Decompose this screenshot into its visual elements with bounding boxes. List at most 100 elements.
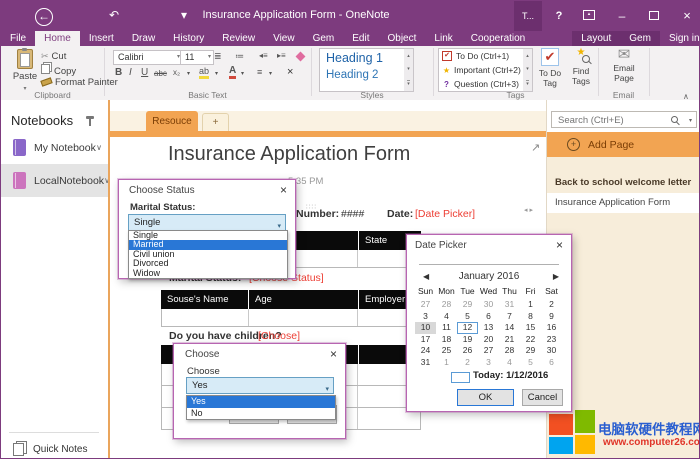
choose-link[interactable]: [Choose] [258, 330, 300, 342]
copy-button[interactable]: Copy [41, 64, 76, 77]
page-list-item[interactable]: Back to school welcome letter [547, 173, 700, 193]
font-size-combo[interactable]: 11▾ [180, 50, 214, 65]
section-tab-resouce[interactable]: Resouce [146, 111, 198, 132]
calendar-day[interactable]: 6 [541, 357, 562, 369]
calendar-day[interactable]: 31 [415, 357, 436, 369]
calendar-day[interactable]: 6 [478, 311, 499, 323]
calendar-day[interactable]: 2 [457, 357, 478, 369]
chevron-down-icon[interactable]: ▾ [187, 70, 190, 77]
table-row[interactable] [161, 309, 421, 327]
calendar-day[interactable]: 4 [436, 311, 457, 323]
ribbon-tab[interactable]: File [1, 31, 35, 46]
calendar-day[interactable]: 10 [415, 322, 436, 334]
today-marker-box[interactable] [451, 372, 470, 383]
calendar-day[interactable]: 12 [457, 322, 478, 334]
dropdown-option[interactable]: Yes [187, 396, 335, 408]
calendar-day[interactable]: 2 [541, 299, 562, 311]
calendar-day[interactable]: 31 [499, 299, 520, 311]
search-input[interactable] [556, 113, 668, 128]
next-month-icon[interactable]: ▶ [553, 272, 559, 281]
tag-item[interactable]: ?Question (Ctrl+3) [439, 77, 524, 91]
chevron-down-icon[interactable]: ▾ [689, 117, 692, 124]
calendar-day[interactable]: 5 [520, 357, 541, 369]
style-item[interactable]: Heading 1 [320, 51, 405, 65]
calendar-day[interactable]: 1 [520, 299, 541, 311]
format-painter-button[interactable]: Format Painter [41, 77, 118, 88]
calendar-day[interactable]: 28 [499, 345, 520, 357]
indent-icon[interactable]: ▸≡ [277, 51, 286, 60]
outdent-icon[interactable]: ◂≡ [259, 51, 268, 60]
paste-button[interactable]: Paste ▾ [9, 49, 41, 93]
search-box[interactable]: ▾ [551, 111, 697, 128]
numbering-icon[interactable]: ≔ [235, 51, 244, 62]
calendar-day[interactable]: 23 [541, 334, 562, 346]
calendar-day[interactable]: 3 [415, 311, 436, 323]
calendar-day[interactable]: 26 [457, 345, 478, 357]
calendar-day[interactable]: 9 [541, 311, 562, 323]
pin-icon[interactable] [89, 118, 91, 126]
date-picker-link[interactable]: [Date Picker] [415, 208, 475, 220]
help-icon[interactable]: ? [549, 1, 569, 31]
minimize-icon[interactable]: – [611, 1, 633, 31]
new-section-tab[interactable]: + [202, 113, 229, 132]
italic-button[interactable]: I [129, 67, 132, 78]
email-page-button[interactable]: ✉ Email Page [607, 47, 641, 83]
ribbon-tab[interactable]: Link [425, 31, 461, 46]
ribbon-tab[interactable]: Layout [572, 31, 620, 46]
calendar-day[interactable]: 4 [499, 357, 520, 369]
tags-gallery[interactable]: ✔To Do (Ctrl+1)★Important (Ctrl+2)?Quest… [438, 48, 525, 92]
ribbon-tab[interactable]: Draw [123, 31, 164, 46]
ribbon-tab[interactable]: Cooperation [462, 31, 534, 46]
page-list-item[interactable]: Insurance Application Form [547, 193, 700, 213]
find-tags-button[interactable]: ★ Find Tags [566, 47, 596, 86]
dropdown-option[interactable]: No [187, 408, 335, 420]
delete-icon[interactable]: × [287, 66, 293, 78]
page-title[interactable]: Insurance Application Form [168, 143, 410, 166]
calendar-day[interactable]: 28 [436, 299, 457, 311]
calendar-day[interactable]: 13 [478, 322, 499, 334]
tags-scroll[interactable]: ▴▾▾ [523, 48, 533, 92]
calendar-day[interactable]: 27 [478, 345, 499, 357]
container-resize-icon[interactable]: ◂ ▸ [524, 206, 533, 214]
calendar-day[interactable]: 5 [457, 311, 478, 323]
ribbon-tab[interactable]: Review [213, 31, 264, 46]
font-name-combo[interactable]: Calibri▾ [113, 50, 183, 65]
expand-icon[interactable]: ↗ [531, 141, 540, 154]
chevron-down-icon[interactable]: ▾ [241, 70, 244, 77]
tag-item[interactable]: ★Important (Ctrl+2) [439, 63, 524, 77]
quick-notes-button[interactable]: Quick Notes [1, 437, 108, 459]
calendar-day[interactable]: 22 [520, 334, 541, 346]
calendar-day[interactable]: 1 [436, 357, 457, 369]
notebook-item[interactable]: LocalNotebook∨ [1, 164, 108, 197]
calendar-day[interactable]: 16 [541, 322, 562, 334]
ribbon-display-options-icon[interactable]: ▴ [579, 1, 599, 31]
ribbon-tab[interactable]: Edit [343, 31, 378, 46]
ribbon-tab[interactable]: Gem [620, 31, 660, 46]
maximize-icon[interactable] [643, 1, 665, 31]
ok-button[interactable]: OK [457, 389, 514, 406]
cancel-button[interactable]: Cancel [522, 389, 563, 406]
ribbon-tab[interactable]: Home [35, 31, 80, 46]
ribbon-tab[interactable]: Gem [304, 31, 344, 46]
ribbon-tab[interactable]: Insert [80, 31, 123, 46]
calendar-day[interactable]: 20 [478, 334, 499, 346]
strikethrough-button[interactable]: abc [154, 69, 167, 78]
bullets-icon[interactable]: ≣ [214, 51, 222, 62]
font-color-button[interactable]: A [229, 65, 236, 79]
subscript-button[interactable]: x₂ [173, 68, 180, 77]
calendar-day[interactable]: 3 [478, 357, 499, 369]
dropdown-option[interactable]: Widow [129, 269, 287, 278]
bold-button[interactable]: B [115, 67, 122, 78]
tag-item[interactable]: ✔To Do (Ctrl+1) [439, 49, 524, 63]
style-item[interactable]: Heading 2 [320, 69, 405, 81]
close-icon[interactable]: × [330, 347, 337, 361]
calendar-day[interactable]: 17 [415, 334, 436, 346]
calendar-day[interactable]: 14 [499, 322, 520, 334]
calendar-day[interactable]: 19 [457, 334, 478, 346]
calendar-day[interactable]: 25 [436, 345, 457, 357]
calendar-day[interactable]: 7 [499, 311, 520, 323]
underline-button[interactable]: U [141, 67, 148, 78]
todo-tag-button[interactable]: ✔ To Do Tag [535, 47, 565, 88]
ribbon-tab[interactable]: Object [379, 31, 426, 46]
calendar-day[interactable]: 27 [415, 299, 436, 311]
